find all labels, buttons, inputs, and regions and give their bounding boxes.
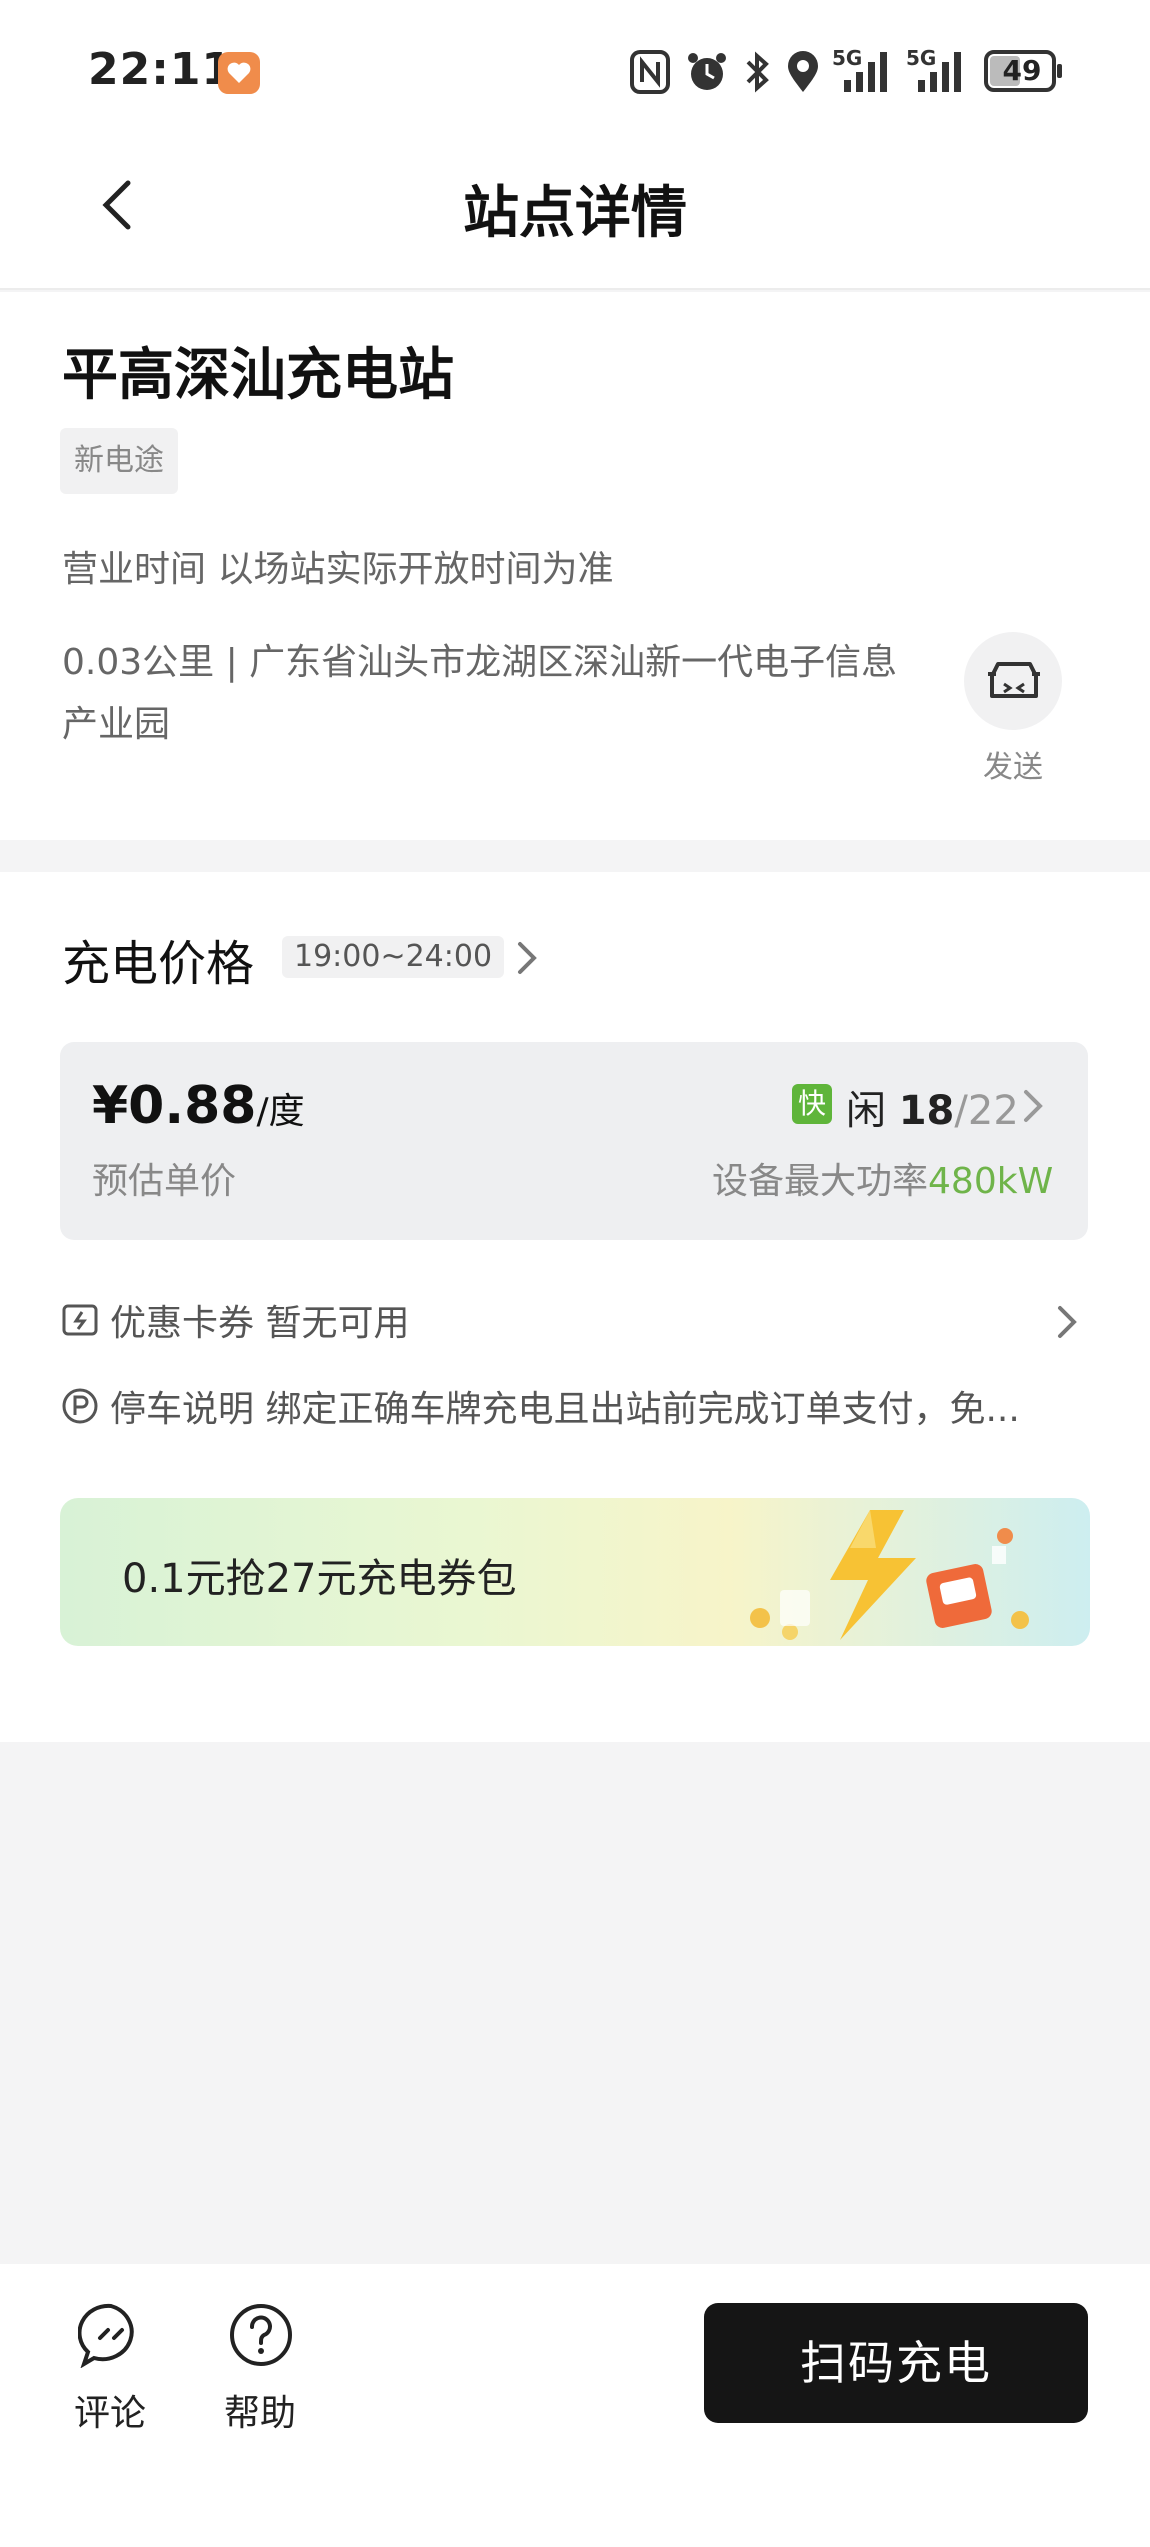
lightning-coupon-illustration <box>750 1510 1029 1640</box>
chevron-right-icon[interactable] <box>1052 1302 1082 1342</box>
station-address: 0.03公里 | 广东省汕头市龙湖区深汕新一代电子信息产业园 <box>62 642 898 745</box>
send-label: 发送 <box>983 750 1043 785</box>
signal-icon <box>844 52 887 92</box>
price-detail-box[interactable] <box>60 1042 1088 1240</box>
max-power-label: 设备最大功率 <box>712 1161 929 1202</box>
unit-price: ¥0.88/度 <box>92 1076 305 1136</box>
idle-label: 闲 <box>846 1088 886 1134</box>
pricing-section-title: 充电价格 <box>62 936 255 992</box>
alarm-icon <box>688 53 726 90</box>
help-button[interactable]: 帮助 <box>200 2296 320 2456</box>
parking-info[interactable]: 停车说明 绑定正确车牌充电且出站前完成订单支付，免... <box>110 1380 1050 1432</box>
idle-available: 18 <box>898 1088 955 1134</box>
parking-icon <box>62 1388 98 1424</box>
back-arrow-icon[interactable] <box>88 175 148 235</box>
send-to-car-button[interactable] <box>964 632 1062 730</box>
help-icon <box>230 2304 292 2366</box>
max-power: 设备最大功率480kW <box>712 1152 1053 1204</box>
chevron-right-icon[interactable] <box>512 938 542 978</box>
operator-tag: 新电途 <box>60 428 178 494</box>
chevron-right-icon[interactable] <box>1018 1086 1048 1126</box>
page-title: 站点详情 <box>463 181 687 246</box>
comment-label: 评论 <box>73 2393 146 2434</box>
battery-icon: 49 <box>984 50 1064 92</box>
location-icon <box>788 51 818 92</box>
nfc-icon <box>630 50 670 94</box>
heart-app-icon <box>218 52 260 94</box>
business-hours: 营业时间 以场站实际开放时间为准 <box>62 549 614 590</box>
max-power-value: 480kW <box>928 1161 1054 1202</box>
car-icon <box>988 662 1040 698</box>
station-name: 平高深汕充电站 <box>62 343 454 408</box>
status-time: 22:11 <box>88 44 234 95</box>
price-time-range[interactable]: 19:00~24:00 <box>282 936 505 978</box>
idle-total: /22 <box>954 1088 1019 1134</box>
scan-to-charge-button[interactable]: 扫码充电 <box>704 2303 1088 2423</box>
price-unit: /度 <box>256 1091 305 1132</box>
fast-charge-badge: 快 <box>792 1084 832 1124</box>
bluetooth-icon <box>746 51 769 93</box>
promo-banner-text: 0.1元抢27元充电券包 <box>122 1556 517 1602</box>
coupon-icon <box>62 1304 98 1336</box>
comment-icon <box>78 2303 134 2368</box>
price-value: ¥0.88 <box>92 1076 257 1136</box>
signal-icon <box>918 52 961 92</box>
idle-count[interactable]: 闲 18/22 <box>846 1078 1019 1136</box>
help-label: 帮助 <box>223 2393 296 2434</box>
price-caption: 预估单价 <box>92 1161 237 1202</box>
battery-level: 49 <box>1002 54 1042 87</box>
comment-button[interactable]: 评论 <box>50 2296 170 2456</box>
coupon-label: 优惠卡券 暂无可用 <box>110 1303 410 1344</box>
